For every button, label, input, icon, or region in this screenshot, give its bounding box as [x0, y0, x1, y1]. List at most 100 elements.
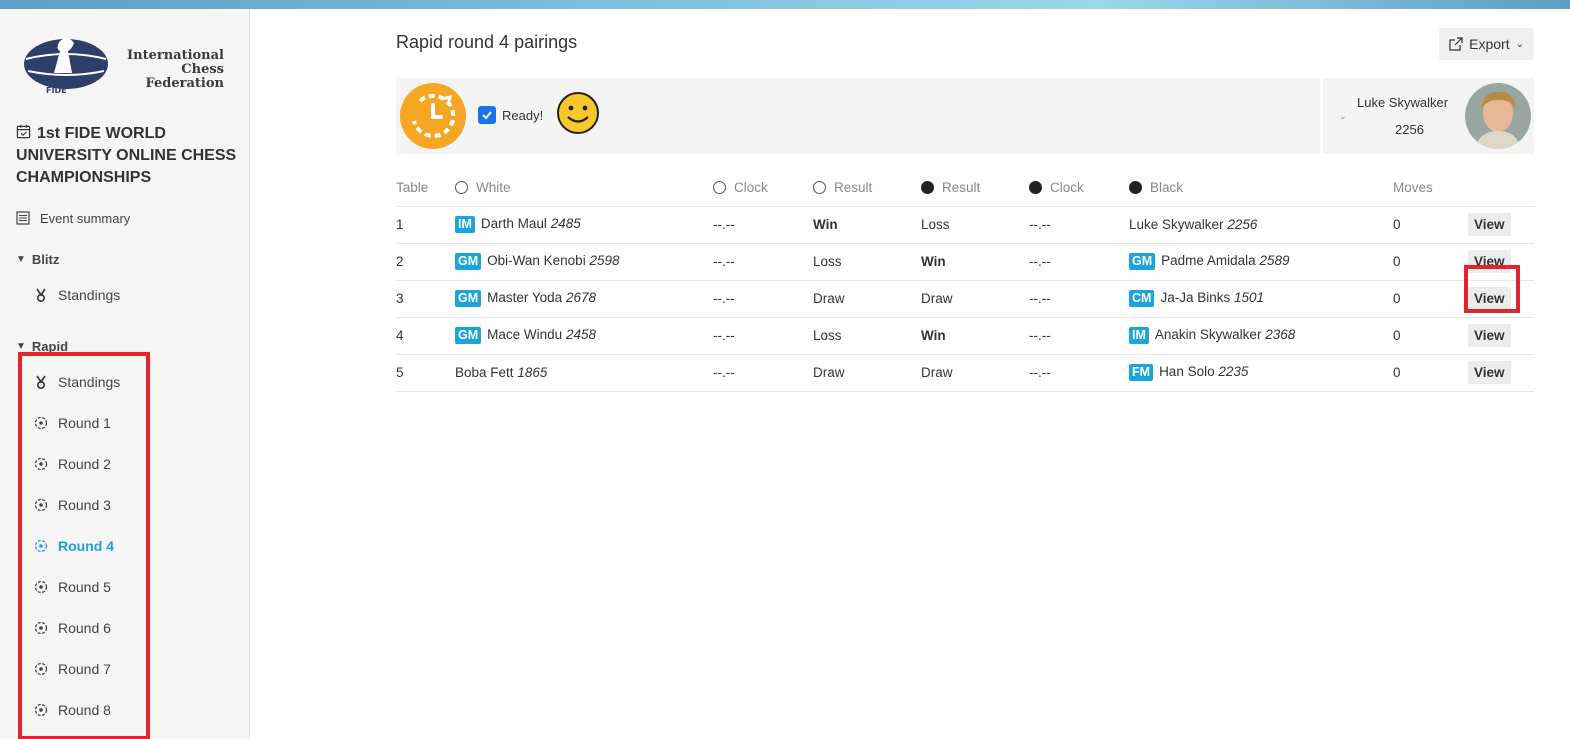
cell-white-player[interactable]: Boba Fett 1865 — [455, 354, 713, 392]
cell-black-player[interactable]: GM Padme Amidala 2589 — [1129, 243, 1393, 281]
player-name: Luke Skywalker — [1129, 217, 1224, 232]
player-name: Ja-Ja Binks — [1160, 290, 1231, 305]
view-button[interactable]: View — [1468, 213, 1511, 236]
cell-black-player[interactable]: Luke Skywalker 2256 — [1129, 206, 1393, 244]
player-rating: 2485 — [550, 216, 581, 231]
cell-white-clock: --.-- — [713, 243, 813, 281]
highlight-box-view — [1464, 265, 1520, 313]
export-button[interactable]: Export ⌄ — [1439, 28, 1534, 60]
player-card[interactable]: ⌄ Luke Skywalker 2256 — [1320, 78, 1534, 154]
cell-black-clock: --.-- — [1029, 317, 1129, 355]
cell-white-player[interactable]: GM Master Yoda 2678 — [455, 280, 713, 318]
ready-label: Ready! — [502, 107, 544, 123]
cell-action: View — [1468, 206, 1534, 244]
title-badge: GM — [1129, 253, 1156, 270]
title-badge: IM — [455, 216, 475, 233]
white-circle-icon — [813, 181, 826, 195]
header-white-result: Result — [813, 170, 921, 207]
cell-table: 1 — [396, 206, 455, 244]
header-table: Table — [396, 170, 455, 207]
event-title[interactable]: 1st FIDE WORLD UNIVERSITY ONLINE CHESS C… — [16, 123, 242, 189]
title-badge: CM — [1129, 290, 1155, 307]
player-name: Mace Windu — [487, 327, 563, 342]
view-button[interactable]: View — [1468, 324, 1511, 347]
white-circle-icon — [455, 181, 468, 195]
chevron-down-icon: ⌄ — [1339, 111, 1347, 121]
view-button[interactable]: View — [1468, 361, 1511, 384]
cell-white-result: Draw — [813, 280, 921, 318]
logo-text: International Chess Federation — [127, 48, 224, 91]
white-circle-icon — [713, 181, 726, 195]
title-badge: GM — [455, 253, 482, 270]
player-name: Han Solo — [1159, 364, 1215, 379]
player-rating: 2368 — [1265, 327, 1296, 342]
player-name: Darth Maul — [480, 216, 547, 231]
avatar — [1465, 83, 1531, 149]
caret-down-icon: ▼ — [16, 253, 26, 265]
cell-white-player[interactable]: GM Obi-Wan Kenobi 2598 — [455, 243, 713, 281]
cell-black-result: Win — [921, 243, 1029, 281]
page-title: Rapid round 4 pairings — [396, 32, 578, 52]
cell-black-player[interactable]: IM Anakin Skywalker 2368 — [1129, 317, 1393, 355]
player-name: Boba Fett — [455, 365, 514, 380]
cell-moves: 0 — [1393, 206, 1468, 244]
export-label: Export — [1469, 36, 1510, 52]
black-circle-icon — [1129, 181, 1142, 195]
table-row: 1 IM Darth Maul 2485 --.-- Win Loss --.--… — [396, 206, 1534, 244]
cell-black-clock: --.-- — [1029, 280, 1129, 318]
cell-white-result: Win — [813, 206, 921, 244]
title-badge: FM — [1129, 364, 1154, 381]
table-row: 2 GM Obi-Wan Kenobi 2598 --.-- Loss Win -… — [396, 243, 1534, 281]
header-black-result: Result — [921, 170, 1029, 207]
cell-black-player[interactable]: FM Han Solo 2235 — [1129, 354, 1393, 392]
player-name: Obi-Wan Kenobi — [487, 253, 586, 268]
table-row: 5 Boba Fett 1865 --.-- Draw Draw --.-- F… — [396, 354, 1534, 392]
player-rating: 1501 — [1234, 290, 1265, 305]
black-circle-icon — [1029, 181, 1042, 195]
cell-white-clock: --.-- — [713, 354, 813, 392]
player-rating: 2235 — [1218, 364, 1249, 379]
cell-black-result: Draw — [921, 354, 1029, 392]
sidebar-item-event-summary[interactable]: Event summary — [16, 208, 130, 228]
player-rating: 2458 — [565, 327, 596, 342]
table-row: 3 GM Master Yoda 2678 --.-- Draw Draw --.… — [396, 280, 1534, 318]
clock-icon — [400, 83, 466, 149]
cell-moves: 0 — [1393, 280, 1468, 318]
player-name: Luke Skywalker — [1357, 95, 1449, 110]
cell-black-player[interactable]: CM Ja-Ja Binks 1501 — [1129, 280, 1393, 318]
cell-white-clock: --.-- — [713, 280, 813, 318]
smiley-icon — [557, 92, 599, 134]
ready-checkbox[interactable]: Ready! — [478, 106, 543, 124]
cell-white-player[interactable]: IM Darth Maul 2485 — [455, 206, 713, 244]
cell-table: 2 — [396, 243, 455, 281]
external-link-icon — [1449, 37, 1463, 51]
cell-action: View — [1468, 354, 1534, 392]
player-rating: 2589 — [1259, 253, 1290, 268]
cell-white-result: Loss — [813, 317, 921, 355]
table-header-row: Table White Clock Result Result Clock Bl… — [396, 170, 1534, 207]
checkbox-checked-icon — [478, 106, 496, 124]
cell-table: 5 — [396, 354, 455, 392]
header-white-clock: Clock — [713, 170, 813, 207]
title-badge: GM — [455, 290, 482, 307]
svg-text:FIDE: FIDE — [46, 86, 67, 95]
pairings-table: Table White Clock Result Result Clock Bl… — [396, 170, 1534, 392]
fide-logo[interactable]: FIDE International Chess Federation — [22, 31, 228, 101]
calendar-icon — [16, 124, 31, 139]
cell-black-clock: --.-- — [1029, 206, 1129, 244]
header-black: Black — [1129, 170, 1393, 207]
cell-white-result: Loss — [813, 243, 921, 281]
header-white: White — [455, 170, 713, 207]
cell-white-result: Draw — [813, 354, 921, 392]
cell-action: View — [1468, 317, 1534, 355]
black-circle-icon — [921, 181, 934, 195]
cell-black-result: Win — [921, 317, 1029, 355]
cell-moves: 0 — [1393, 243, 1468, 281]
cell-white-clock: --.-- — [713, 317, 813, 355]
sidebar-section-blitz[interactable]: ▼ Blitz — [16, 249, 59, 269]
fide-globe-icon: FIDE — [24, 38, 108, 95]
main-content: Rapid round 4 pairings Export ⌄ Ready! ⌄… — [250, 9, 1570, 739]
medal-icon — [36, 288, 46, 302]
sidebar-item-blitz-standings[interactable]: Standings — [34, 285, 120, 305]
cell-white-player[interactable]: GM Mace Windu 2458 — [455, 317, 713, 355]
